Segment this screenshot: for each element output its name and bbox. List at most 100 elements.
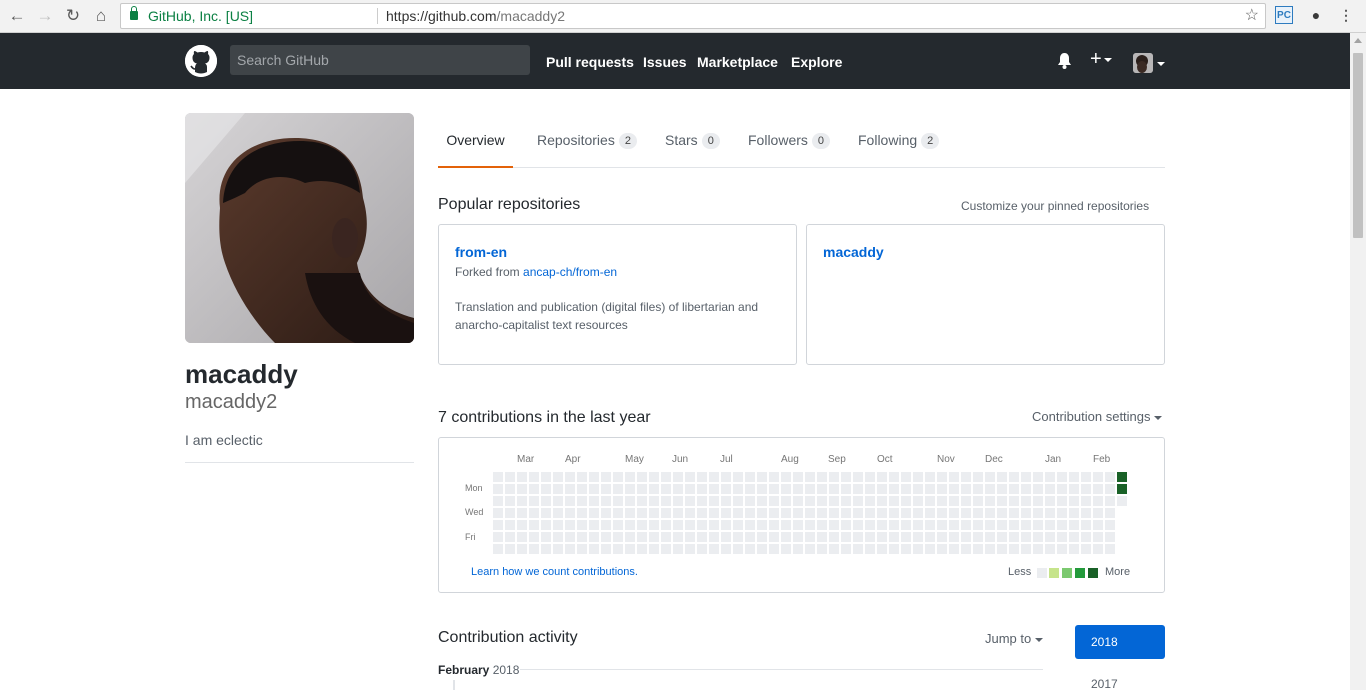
day-cell[interactable] bbox=[961, 520, 971, 530]
day-cell[interactable] bbox=[937, 472, 947, 482]
day-cell[interactable] bbox=[721, 520, 731, 530]
day-cell[interactable] bbox=[493, 520, 503, 530]
day-cell[interactable] bbox=[1069, 496, 1079, 506]
day-cell[interactable] bbox=[553, 532, 563, 542]
day-cell[interactable] bbox=[661, 544, 671, 554]
day-cell[interactable] bbox=[529, 532, 539, 542]
day-cell[interactable] bbox=[997, 544, 1007, 554]
day-cell[interactable] bbox=[961, 508, 971, 518]
day-cell[interactable] bbox=[817, 484, 827, 494]
day-cell[interactable] bbox=[697, 496, 707, 506]
day-cell[interactable] bbox=[697, 532, 707, 542]
day-cell[interactable] bbox=[649, 508, 659, 518]
day-cell[interactable] bbox=[997, 496, 1007, 506]
day-cell[interactable] bbox=[781, 484, 791, 494]
day-cell[interactable] bbox=[661, 484, 671, 494]
day-cell[interactable] bbox=[949, 544, 959, 554]
day-cell[interactable] bbox=[493, 544, 503, 554]
day-cell[interactable] bbox=[697, 472, 707, 482]
day-cell[interactable] bbox=[1081, 520, 1091, 530]
day-cell[interactable] bbox=[589, 496, 599, 506]
day-cell[interactable] bbox=[937, 496, 947, 506]
day-cell[interactable] bbox=[541, 508, 551, 518]
day-cell[interactable] bbox=[961, 496, 971, 506]
day-cell[interactable] bbox=[865, 484, 875, 494]
nav-explore[interactable]: Explore bbox=[791, 54, 842, 70]
day-cell[interactable] bbox=[529, 484, 539, 494]
day-cell[interactable] bbox=[997, 532, 1007, 542]
day-cell[interactable] bbox=[733, 520, 743, 530]
day-cell[interactable] bbox=[1057, 544, 1067, 554]
day-cell[interactable] bbox=[613, 508, 623, 518]
day-cell[interactable] bbox=[733, 508, 743, 518]
day-cell[interactable] bbox=[1021, 484, 1031, 494]
day-cell[interactable] bbox=[1069, 520, 1079, 530]
day-cell[interactable] bbox=[721, 532, 731, 542]
day-cell[interactable] bbox=[901, 496, 911, 506]
day-cell[interactable] bbox=[1117, 484, 1127, 494]
day-cell[interactable] bbox=[1009, 472, 1019, 482]
day-cell[interactable] bbox=[985, 496, 995, 506]
day-cell[interactable] bbox=[997, 484, 1007, 494]
day-cell[interactable] bbox=[805, 472, 815, 482]
day-cell[interactable] bbox=[1057, 508, 1067, 518]
day-cell[interactable] bbox=[697, 508, 707, 518]
day-cell[interactable] bbox=[565, 472, 575, 482]
day-cell[interactable] bbox=[877, 496, 887, 506]
day-cell[interactable] bbox=[913, 544, 923, 554]
day-cell[interactable] bbox=[985, 508, 995, 518]
learn-contributions-link[interactable]: Learn how we count contributions. bbox=[471, 566, 638, 578]
reload-icon[interactable]: ↻ bbox=[62, 5, 84, 27]
day-cell[interactable] bbox=[937, 520, 947, 530]
day-cell[interactable] bbox=[1021, 532, 1031, 542]
day-cell[interactable] bbox=[541, 496, 551, 506]
day-cell[interactable] bbox=[577, 472, 587, 482]
day-cell[interactable] bbox=[601, 520, 611, 530]
bookmark-star-icon[interactable]: ☆ bbox=[1245, 4, 1259, 28]
day-cell[interactable] bbox=[1033, 544, 1043, 554]
day-cell[interactable] bbox=[613, 472, 623, 482]
day-cell[interactable] bbox=[625, 508, 635, 518]
day-cell[interactable] bbox=[1021, 472, 1031, 482]
day-cell[interactable] bbox=[685, 484, 695, 494]
day-cell[interactable] bbox=[625, 532, 635, 542]
day-cell[interactable] bbox=[817, 472, 827, 482]
day-cell[interactable] bbox=[853, 496, 863, 506]
nav-marketplace[interactable]: Marketplace bbox=[697, 54, 778, 70]
fork-source-link[interactable]: ancap-ch/from-en bbox=[523, 265, 617, 279]
day-cell[interactable] bbox=[589, 508, 599, 518]
day-cell[interactable] bbox=[781, 544, 791, 554]
day-cell[interactable] bbox=[565, 508, 575, 518]
day-cell[interactable] bbox=[829, 484, 839, 494]
day-cell[interactable] bbox=[733, 544, 743, 554]
day-cell[interactable] bbox=[745, 520, 755, 530]
customize-pinned-link[interactable]: Customize your pinned repositories bbox=[961, 199, 1149, 213]
day-cell[interactable] bbox=[517, 532, 527, 542]
day-cell[interactable] bbox=[673, 508, 683, 518]
day-cell[interactable] bbox=[1081, 472, 1091, 482]
day-cell[interactable] bbox=[1093, 520, 1103, 530]
day-cell[interactable] bbox=[769, 472, 779, 482]
day-cell[interactable] bbox=[721, 484, 731, 494]
day-cell[interactable] bbox=[529, 544, 539, 554]
nav-issues[interactable]: Issues bbox=[643, 54, 687, 70]
day-cell[interactable] bbox=[913, 532, 923, 542]
day-cell[interactable] bbox=[637, 544, 647, 554]
day-cell[interactable] bbox=[649, 544, 659, 554]
day-cell[interactable] bbox=[865, 472, 875, 482]
day-cell[interactable] bbox=[697, 484, 707, 494]
day-cell[interactable] bbox=[721, 544, 731, 554]
day-cell[interactable] bbox=[757, 544, 767, 554]
page-scrollbar[interactable] bbox=[1350, 33, 1366, 690]
home-icon[interactable]: ⌂ bbox=[90, 5, 112, 27]
day-cell[interactable] bbox=[517, 520, 527, 530]
day-cell[interactable] bbox=[661, 532, 671, 542]
day-cell[interactable] bbox=[805, 520, 815, 530]
tab-following[interactable]: Following 2 bbox=[858, 113, 940, 168]
day-cell[interactable] bbox=[829, 496, 839, 506]
day-cell[interactable] bbox=[1033, 508, 1043, 518]
day-cell[interactable] bbox=[937, 508, 947, 518]
day-cell[interactable] bbox=[949, 508, 959, 518]
day-cell[interactable] bbox=[817, 508, 827, 518]
day-cell[interactable] bbox=[889, 496, 899, 506]
